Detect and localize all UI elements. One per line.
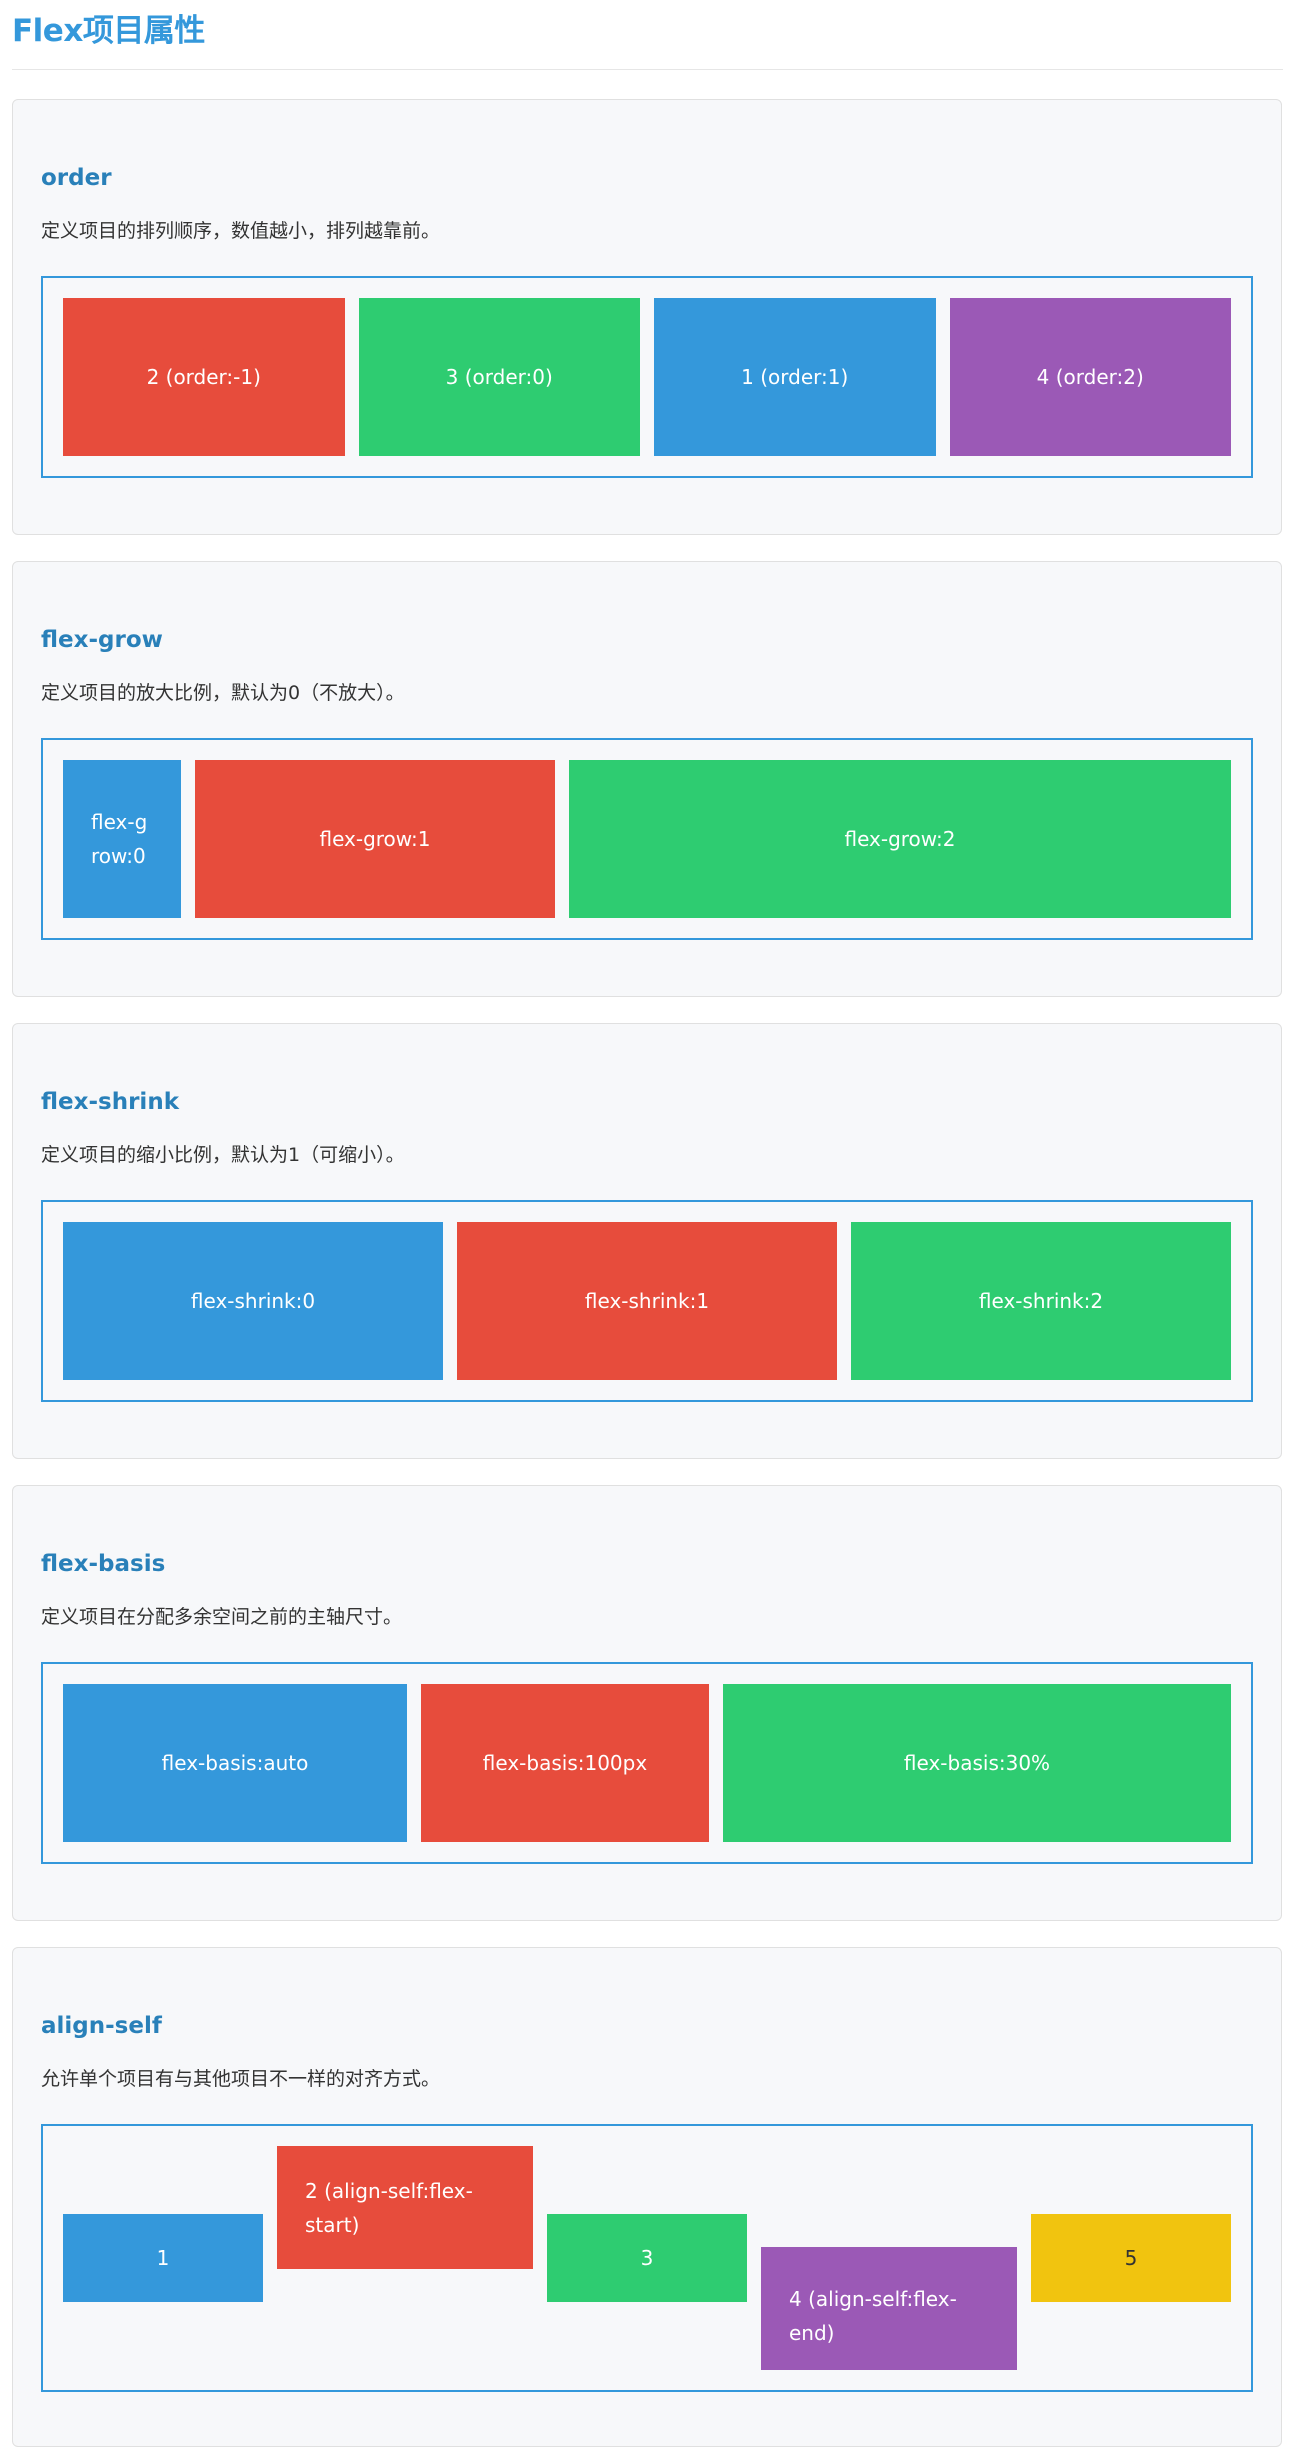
flex-item: flex-shrink:0 [63,1222,443,1380]
flex-container-align-self: 1 2 (align-self:flex-start) 3 4 (align-s… [41,2124,1253,2392]
section-description: 允许单个项目有与其他项目不一样的对齐方式。 [41,2068,441,2090]
flex-item: flex-grow:2 [569,760,1231,918]
flex-item: flex-basis:auto [63,1684,407,1842]
flex-item: 2 (order:-1) [63,298,345,456]
flex-item: 2 (align-self:flex-start) [277,2146,533,2269]
section-description: 定义项目的缩小比例，默认为1（可缩小）。 [41,1144,405,1166]
flex-item: 4 (order:2) [949,298,1231,456]
section-flex-grow: flex-grow 定义项目的放大比例，默认为0（不放大）。 flex-grow… [12,561,1282,997]
section-align-self: align-self 允许单个项目有与其他项目不一样的对齐方式。 1 2 (al… [12,1947,1282,2447]
section-description: 定义项目在分配多余空间之前的主轴尺寸。 [41,1606,403,1628]
flex-item-label: flex-grow:0 [91,810,148,868]
flex-item: flex-basis:30% [723,1684,1231,1842]
flex-item: flex-grow:1 [195,760,555,918]
flex-container-shrink: flex-shrink:0 flex-shrink:1 flex-shrink:… [41,1200,1253,1402]
section-title: flex-basis [41,1551,166,1577]
flex-item: 5 [1031,2214,1231,2302]
section-description: 定义项目的排列顺序，数值越小，排列越靠前。 [41,220,441,242]
flex-container-basis: flex-basis:auto flex-basis:100px flex-ba… [41,1662,1253,1864]
section-flex-shrink: flex-shrink 定义项目的缩小比例，默认为1（可缩小）。 flex-sh… [12,1023,1282,1459]
section-title: align-self [41,2013,162,2039]
flex-item: 4 (align-self:flex-end) [761,2247,1017,2370]
flex-item: 3 [547,2214,747,2302]
title-divider [12,69,1283,70]
section-title: flex-grow [41,627,163,653]
flex-item: 1 [63,2214,263,2302]
section-title: order [41,165,112,191]
flex-container-order: 2 (order:-1) 3 (order:0) 1 (order:1) 4 (… [41,276,1253,478]
page: Flex项目属性 order 定义项目的排列顺序，数值越小，排列越靠前。 2 (… [0,0,1295,2447]
section-title: flex-shrink [41,1089,179,1115]
flex-item: 1 (order:1) [654,298,936,456]
flex-item: flex-shrink:1 [457,1222,837,1380]
section-order: order 定义项目的排列顺序，数值越小，排列越靠前。 2 (order:-1)… [12,99,1282,535]
flex-item: flex-shrink:2 [851,1222,1231,1380]
flex-item: flex-grow:0 [63,760,181,918]
section-description: 定义项目的放大比例，默认为0（不放大）。 [41,682,405,704]
page-title: Flex项目属性 [12,13,205,49]
flex-container-grow: flex-grow:0 flex-grow:1 flex-grow:2 [41,738,1253,940]
section-flex-basis: flex-basis 定义项目在分配多余空间之前的主轴尺寸。 flex-basi… [12,1485,1282,1921]
flex-item: 3 (order:0) [358,298,640,456]
flex-item: flex-basis:100px [421,1684,709,1842]
